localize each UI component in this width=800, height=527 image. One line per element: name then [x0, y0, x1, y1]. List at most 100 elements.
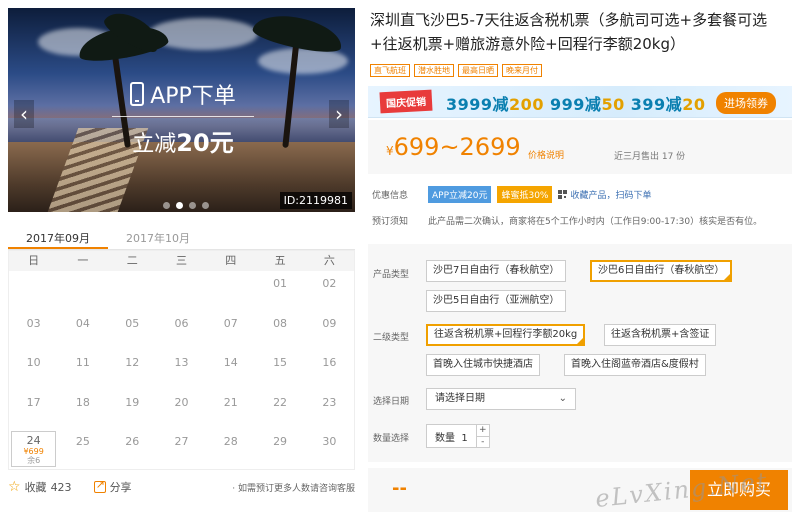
- calendar-weekday-header: 日一二三四五六: [9, 251, 354, 271]
- chevron-down-icon: ⌄: [558, 393, 567, 404]
- share-label: 分享: [109, 481, 132, 494]
- calendar-day[interactable]: 25: [58, 429, 107, 469]
- date-select[interactable]: 请选择日期 ⌄: [426, 388, 576, 410]
- favorite-button[interactable]: ☆ 收藏 423: [8, 479, 72, 495]
- calendar-day[interactable]: 07: [206, 311, 255, 351]
- promo-divider: [112, 116, 254, 117]
- calendar-day[interactable]: 04: [58, 311, 107, 351]
- calendar-day[interactable]: 02: [305, 271, 354, 311]
- calendar-day[interactable]: 30: [305, 429, 354, 469]
- calendar-day[interactable]: 03: [9, 311, 58, 351]
- offer-amount: 50: [601, 95, 625, 114]
- product-tag: 晚来月付: [502, 64, 542, 77]
- sub-type-label: 二级类型: [373, 333, 410, 343]
- quantity-stepper[interactable]: 数量 1 + -: [426, 424, 490, 448]
- weekday-label: 二: [126, 254, 138, 267]
- sub-type-option[interactable]: 往返含税机票+含签证: [604, 324, 717, 346]
- calendar-day[interactable]: 22: [255, 390, 304, 430]
- calendar-day[interactable]: 23: [305, 390, 354, 430]
- qr-order-link[interactable]: 收藏产品，扫码下单: [558, 188, 652, 201]
- date-label: 选择日期: [373, 397, 410, 407]
- calendar-day[interactable]: 06: [157, 311, 206, 351]
- app-discount-chip: APP立减20元: [428, 186, 492, 203]
- calendar-day[interactable]: 12: [108, 350, 157, 390]
- calendar-days: 01 02 03 04 05 06 07 08 09 10 11 12 13 14 15 16 17 18 19 20…: [9, 271, 354, 469]
- share-button[interactable]: 分享: [93, 478, 132, 495]
- offer-amount: 200: [509, 95, 544, 114]
- promo-discount: 立减20元: [132, 129, 234, 157]
- calendar-day[interactable]: 26: [108, 429, 157, 469]
- calendar-day[interactable]: 10: [9, 350, 58, 390]
- qr-code-icon: [558, 190, 568, 199]
- weekday-label: 日: [28, 254, 40, 267]
- quantity-value[interactable]: 数量 1: [427, 429, 476, 444]
- weekday-label: 四: [225, 254, 237, 267]
- app-promo-overlay: APP下单 立减20元: [108, 78, 258, 158]
- offer-threshold: 3999减: [446, 95, 510, 114]
- buy-now-button[interactable]: 立即购买: [690, 470, 788, 510]
- product-tag: 潜水胜地: [414, 64, 454, 77]
- calendar-day[interactable]: 19: [108, 390, 157, 430]
- qr-order-text: 收藏产品，扫码下单: [570, 191, 652, 201]
- product-type-option[interactable]: 沙巴7日自由行（春秋航空）: [426, 260, 567, 282]
- buy-bar: -- 立即购买: [368, 468, 792, 512]
- carousel-dot[interactable]: [189, 202, 196, 209]
- promo-info-label: 优惠信息: [372, 191, 409, 201]
- calendar-day[interactable]: 01: [255, 271, 304, 311]
- carousel-dot[interactable]: [202, 202, 209, 209]
- product-image-carousel[interactable]: APP下单 立减20元 ‹ › ID:2119981: [8, 8, 355, 212]
- carousel-dot[interactable]: [176, 202, 183, 209]
- product-type-option[interactable]: 沙巴5日自由行（亚洲航空）: [426, 290, 567, 312]
- calendar-day[interactable]: 09: [305, 311, 354, 351]
- calendar-day[interactable]: 13: [157, 350, 206, 390]
- calendar-day[interactable]: 20: [157, 390, 206, 430]
- phone-icon: [130, 82, 145, 106]
- weekday-label: 三: [175, 254, 187, 267]
- calendar-day[interactable]: 18: [58, 390, 107, 430]
- calendar-day[interactable]: 28: [206, 429, 255, 469]
- product-tag: 最高日晒: [458, 64, 498, 77]
- carousel-next-icon[interactable]: ›: [329, 100, 349, 128]
- calendar-day[interactable]: 11: [58, 350, 107, 390]
- product-id-badge: ID:2119981: [279, 192, 352, 209]
- sub-type-option[interactable]: 往返含税机票+回程行李额20kg: [426, 324, 586, 346]
- calendar-day[interactable]: 14: [206, 350, 255, 390]
- consult-note: · 如需预订更多人数请咨询客服: [232, 483, 355, 494]
- calendar-day[interactable]: 08: [255, 311, 304, 351]
- sold-count: 近三月售出 17 份: [614, 152, 686, 162]
- quantity-plus-button[interactable]: +: [477, 425, 489, 436]
- calendar-day: [157, 271, 206, 311]
- calendar-day[interactable]: 15: [255, 350, 304, 390]
- carousel-prev-icon[interactable]: ‹: [14, 100, 34, 128]
- calendar-day[interactable]: 05: [108, 311, 157, 351]
- month-tab[interactable]: 2017年09月: [8, 228, 108, 249]
- calendar-day[interactable]: 29: [255, 429, 304, 469]
- calendar-day[interactable]: 16: [305, 350, 354, 390]
- left-action-bar: ☆ 收藏 423 分享 · 如需预订更多人数请咨询客服: [8, 478, 355, 496]
- product-type-label: 产品类型: [373, 270, 410, 280]
- calendar-day[interactable]: 27: [157, 429, 206, 469]
- calendar-day-price: ¥699: [23, 447, 44, 456]
- calendar-day[interactable]: 21: [206, 390, 255, 430]
- quantity-stepper-buttons: + -: [475, 425, 489, 447]
- product-tags: 直飞航班 潜水胜地 最高日晒 晚来月付: [370, 64, 542, 77]
- favorite-label: 收藏: [24, 481, 47, 494]
- date-select-value: 请选择日期: [435, 393, 485, 404]
- sub-type-option[interactable]: 首晚入住阁蓝帝酒店&度假村: [564, 354, 706, 376]
- carousel-dot[interactable]: [163, 202, 170, 209]
- calendar-day-available[interactable]: 24 ¥699 余6: [11, 431, 57, 467]
- promo-offers: 3999减200 999减50 399减20: [446, 91, 705, 115]
- calendar-day[interactable]: 17: [9, 390, 58, 430]
- quantity-minus-button[interactable]: -: [476, 436, 489, 447]
- date-calendar: 日 一 二 三 四 五 六 01 02 03 04 05 06 07 08 09 10 11 12 13 14 15 16…: [8, 250, 355, 470]
- month-tab[interactable]: 2017年10月: [108, 228, 208, 249]
- calendar-day: [108, 271, 157, 311]
- promo-app-label: APP下单: [150, 84, 236, 109]
- national-day-promo-banner[interactable]: 国庆促销 3999减200 999减50 399减20 进场领券: [368, 86, 792, 118]
- favorite-count: 423: [50, 480, 72, 494]
- claim-coupon-button[interactable]: 进场领券: [716, 92, 776, 114]
- product-type-option[interactable]: 沙巴6日自由行（春秋航空）: [590, 260, 733, 282]
- sub-type-option[interactable]: 首晚入住城市快捷酒店: [426, 354, 540, 376]
- carousel-dots[interactable]: [163, 202, 209, 209]
- price-explanation-link[interactable]: 价格说明: [528, 148, 564, 161]
